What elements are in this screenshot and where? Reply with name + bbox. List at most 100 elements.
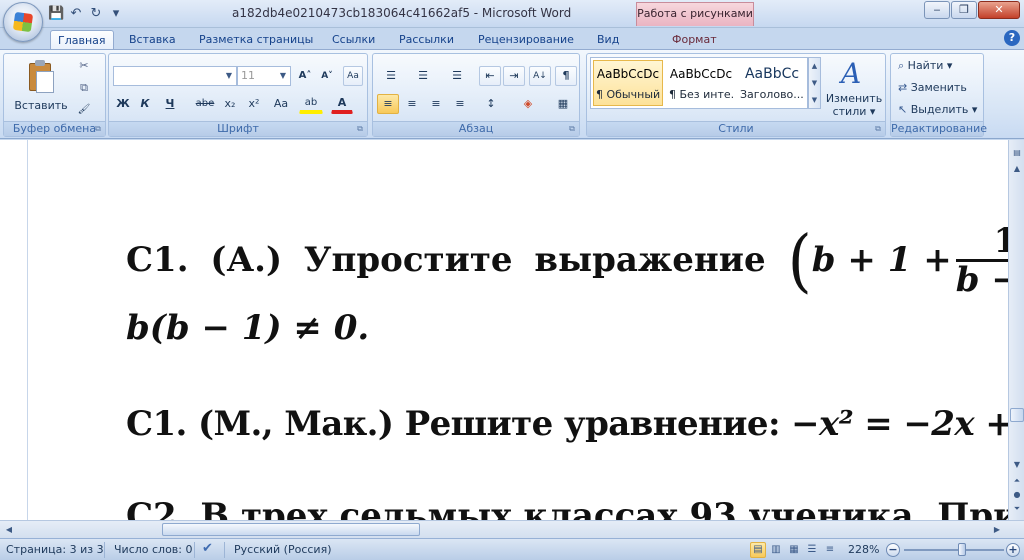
increase-indent-button[interactable]: ⇥	[503, 66, 525, 86]
font-color-button[interactable]: A	[331, 94, 353, 114]
replace-button[interactable]: ⇄ Заменить	[895, 78, 981, 98]
font-size-input[interactable]: 11 ▼	[237, 66, 291, 86]
tab-home[interactable]: Главная	[50, 30, 114, 50]
tab-insert[interactable]: Вставка	[122, 30, 183, 50]
zoom-level[interactable]: 228%	[848, 543, 879, 556]
minimize-button[interactable]: ‒	[924, 1, 950, 19]
styles-launcher-icon[interactable]: ⧉	[873, 124, 883, 134]
chevron-right-icon[interactable]: ▶	[990, 522, 1004, 537]
decrease-indent-button[interactable]: ⇤	[479, 66, 501, 86]
borders-button[interactable]: ▦	[549, 94, 577, 114]
tab-view[interactable]: Вид	[590, 30, 626, 50]
horizontal-scroll-thumb[interactable]	[162, 523, 420, 536]
font-name-input[interactable]: ▼	[113, 66, 237, 86]
cut-icon[interactable]: ✂	[74, 56, 94, 76]
style-no-spacing[interactable]: AaBbCcDc ¶ Без инте...	[666, 60, 736, 106]
clear-formatting-button[interactable]: Aa	[343, 66, 363, 86]
superscript-button[interactable]: x²	[243, 94, 265, 114]
format-painter-icon[interactable]: 🖌	[74, 100, 94, 120]
line-spacing-button[interactable]: ↕	[477, 94, 505, 114]
restore-button[interactable]: ❐	[951, 1, 977, 19]
chevron-down-icon[interactable]: ▼	[1010, 458, 1024, 472]
show-marks-button[interactable]: ¶	[555, 66, 577, 86]
horizontal-scrollbar[interactable]: ◀ ▶	[0, 520, 1024, 538]
replace-icon: ⇄	[898, 81, 908, 94]
style-normal[interactable]: AaBbCcDc ¶ Обычный	[593, 60, 663, 106]
shrink-font-button[interactable]: A˅	[317, 66, 337, 86]
italic-button[interactable]: К	[135, 94, 155, 114]
clipboard-group-label: Буфер обмена	[4, 121, 105, 136]
word-count[interactable]: Число слов: 0	[114, 543, 193, 556]
multilevel-list-button[interactable]: ☰	[443, 66, 471, 86]
bold-button[interactable]: Ж	[113, 94, 133, 114]
paragraph-launcher-icon[interactable]: ⧉	[567, 124, 577, 134]
grow-font-button[interactable]: A˄	[295, 66, 315, 86]
align-center-button[interactable]: ≡	[401, 94, 423, 114]
sort-button[interactable]: A↓	[529, 66, 551, 86]
chevron-down-icon[interactable]: ▼	[809, 75, 820, 92]
select-button[interactable]: ↖ Выделить ▾	[895, 100, 981, 120]
language-indicator[interactable]: Русский (Россия)	[234, 543, 332, 556]
select-browse-object-icon[interactable]: ●	[1010, 488, 1024, 502]
previous-page-icon[interactable]: ⏶	[1010, 474, 1024, 488]
close-button[interactable]: ✕	[978, 1, 1020, 19]
clipboard-launcher-icon[interactable]: ⧉	[93, 124, 103, 134]
zoom-in-icon[interactable]: +	[1006, 543, 1020, 557]
bullets-button[interactable]: ☰	[377, 66, 405, 86]
style-name: ¶ Без инте...	[669, 88, 735, 101]
find-button[interactable]: ⌕ Найти ▾	[895, 56, 981, 76]
justify-button[interactable]: ≡	[449, 94, 471, 114]
chevron-down-icon[interactable]: ▼	[223, 69, 235, 83]
numbering-button[interactable]: ☰	[409, 66, 437, 86]
chevron-up-icon[interactable]: ▲	[809, 58, 820, 75]
align-right-button[interactable]: ≡	[425, 94, 447, 114]
chevron-down-icon[interactable]: ▼	[277, 69, 289, 83]
save-icon[interactable]: 💾	[48, 6, 64, 22]
chevron-left-icon[interactable]: ◀	[2, 522, 16, 537]
next-page-icon[interactable]: ⏷	[1010, 502, 1024, 516]
change-styles-button[interactable]: A Изменить стили ▾	[824, 58, 884, 122]
shading-button[interactable]: ◈	[513, 94, 543, 114]
tab-mailings[interactable]: Рассылки	[392, 30, 461, 50]
tab-references[interactable]: Ссылки	[325, 30, 382, 50]
more-icon[interactable]: ▼	[809, 92, 820, 109]
ruler-toggle-icon[interactable]: ▤	[1010, 146, 1024, 160]
chevron-up-icon[interactable]: ▲	[1010, 162, 1024, 176]
highlight-button[interactable]: ab	[299, 94, 323, 114]
undo-icon[interactable]: ↶	[68, 6, 84, 22]
change-case-button[interactable]: Aa	[267, 94, 295, 114]
font-launcher-icon[interactable]: ⧉	[355, 124, 365, 134]
vertical-scrollbar[interactable]: ▤ ▲ ▼ ⏶ ● ⏷	[1008, 140, 1024, 520]
styles-gallery-scroll[interactable]: ▲ ▼ ▼	[808, 57, 821, 109]
zoom-slider-knob[interactable]	[958, 543, 966, 556]
proofing-icon[interactable]: ✔	[202, 541, 213, 556]
paragraph-group-label: Абзац	[373, 121, 579, 136]
tab-page-layout[interactable]: Разметка страницы	[192, 30, 320, 50]
page-indicator[interactable]: Страница: 3 из 3	[6, 543, 104, 556]
office-button[interactable]	[3, 2, 43, 42]
find-label: Найти ▾	[907, 59, 953, 72]
help-icon[interactable]: ?	[1004, 30, 1020, 46]
vertical-scroll-thumb[interactable]	[1010, 408, 1024, 422]
tab-format[interactable]: Формат	[665, 30, 724, 50]
customize-qat-icon[interactable]: ▾	[108, 6, 124, 22]
draft-icon[interactable]: ≡	[822, 542, 838, 558]
web-layout-icon[interactable]: ▦	[786, 542, 802, 558]
quick-access-toolbar: 💾 ↶ ↻ ▾	[48, 5, 124, 23]
fraction-denominator: b − 1	[955, 259, 1008, 300]
document-area[interactable]: C1. (А.) Упростите выражение ( b + 1 + 1…	[0, 140, 1008, 520]
strikethrough-button[interactable]: abe	[193, 94, 217, 114]
underline-button[interactable]: Ч	[157, 94, 183, 114]
tab-review[interactable]: Рецензирование	[471, 30, 581, 50]
print-layout-icon[interactable]: ▤	[750, 542, 766, 558]
align-left-button[interactable]: ≡	[377, 94, 399, 114]
subscript-button[interactable]: x₂	[219, 94, 241, 114]
paste-button[interactable]: Вставить	[12, 56, 70, 118]
copy-icon[interactable]: ⧉	[74, 78, 94, 98]
zoom-slider-track[interactable]	[904, 549, 1004, 551]
zoom-out-icon[interactable]: −	[886, 543, 900, 557]
style-heading-1[interactable]: AaBbCc Заголово...	[737, 60, 807, 106]
full-screen-reading-icon[interactable]: ▥	[768, 542, 784, 558]
outline-icon[interactable]: ☰	[804, 542, 820, 558]
redo-icon[interactable]: ↻	[88, 6, 104, 22]
